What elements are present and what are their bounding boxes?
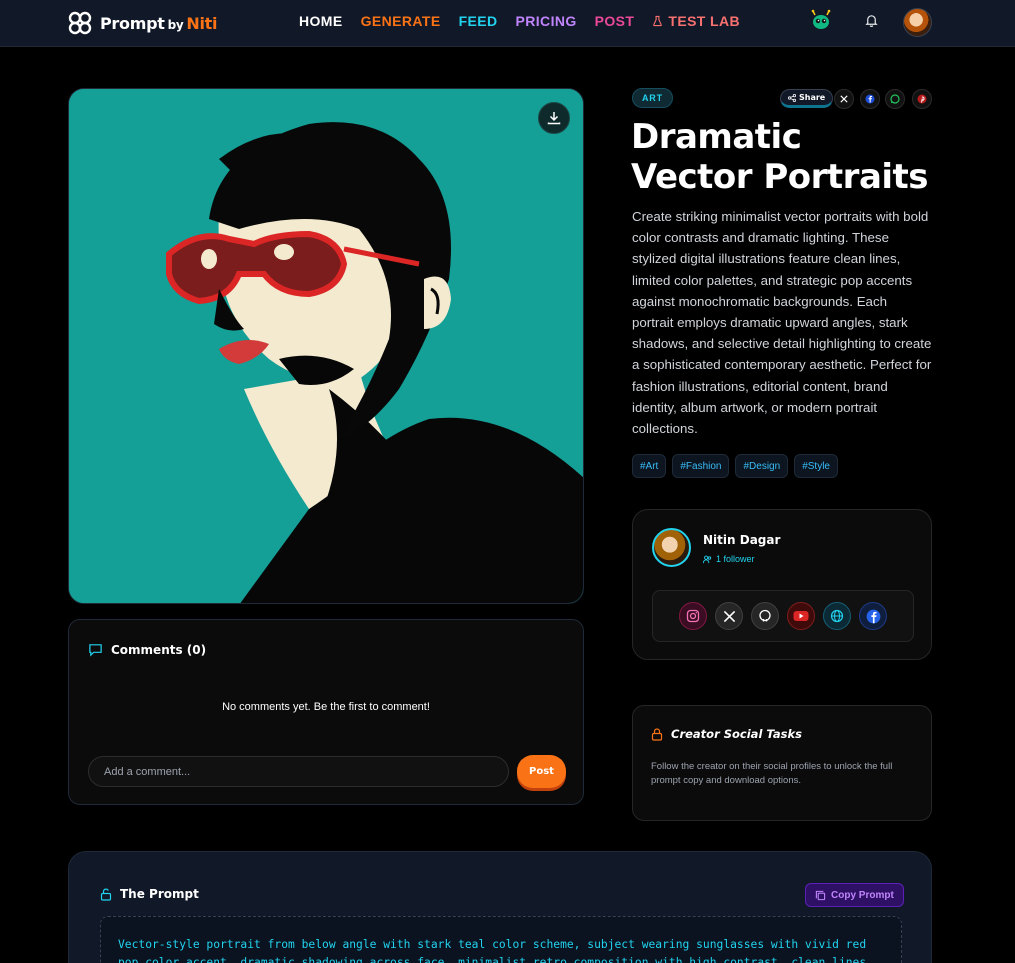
social-tasks-description: Follow the creator on their social profi…	[651, 761, 893, 786]
download-icon	[547, 112, 561, 125]
creator-avatar[interactable]	[652, 528, 691, 567]
user-avatar[interactable]	[903, 8, 932, 37]
creator-card: Nitin Dagar 1 follower	[632, 509, 932, 660]
comment-icon	[89, 644, 102, 657]
download-button[interactable]	[538, 102, 570, 134]
artwork-image	[68, 88, 584, 604]
copy-prompt-label: Copy Prompt	[831, 889, 894, 901]
comments-header: Comments (0)	[88, 642, 206, 657]
logo-text: Prompt by Niti	[100, 13, 218, 33]
empty-comments-text: No comments yet. Be the first to comment…	[222, 701, 430, 713]
youtube-link[interactable]	[787, 602, 815, 630]
prompt-text: Vector-style portrait from below angle w…	[100, 916, 902, 963]
globe-icon	[830, 609, 844, 623]
social-tasks-title: Creator Social Tasks	[671, 727, 802, 741]
tag-art[interactable]: #Art	[632, 454, 667, 478]
mascot-icon[interactable]	[809, 8, 833, 32]
share-pinterest-button[interactable]	[912, 89, 932, 109]
nav-test-lab[interactable]: TEST LAB	[652, 13, 740, 29]
share-facebook-button[interactable]	[860, 89, 880, 109]
nav-generate[interactable]: GENERATE	[361, 13, 441, 29]
facebook-link[interactable]	[859, 602, 887, 630]
share-label: Share	[799, 93, 826, 102]
social-tasks-header: Creator Social Tasks	[651, 727, 802, 741]
pinterest-icon	[917, 94, 927, 104]
nav-pricing[interactable]: PRICING	[516, 13, 577, 29]
x-link[interactable]	[715, 602, 743, 630]
nav-feed[interactable]: FEED	[459, 13, 498, 29]
tag-design[interactable]: #Design	[735, 454, 789, 478]
post-title: Dramatic Vector Portraits	[631, 117, 929, 197]
tag-style[interactable]: #Style	[794, 454, 838, 478]
bell-icon[interactable]	[859, 8, 883, 32]
prompt-header: The Prompt	[100, 887, 199, 901]
logo-icon	[68, 11, 92, 35]
x-icon	[723, 610, 735, 622]
facebook-icon	[865, 94, 875, 104]
logo[interactable]: Prompt by Niti	[68, 11, 218, 35]
github-link[interactable]	[751, 602, 779, 630]
copy-icon	[815, 890, 826, 900]
copy-prompt-button[interactable]: Copy Prompt	[805, 883, 904, 907]
users-icon	[703, 555, 712, 563]
comments-title: Comments (0)	[111, 642, 207, 657]
nav-post[interactable]: POST	[595, 13, 635, 29]
website-link[interactable]	[823, 602, 851, 630]
category-badge[interactable]: ART	[632, 88, 673, 108]
whatsapp-icon	[890, 94, 900, 104]
creator-name[interactable]: Nitin Dagar	[703, 533, 780, 547]
share-icon	[788, 93, 796, 102]
comments-panel: Comments (0) No comments yet. Be the fir…	[68, 619, 584, 805]
share-x-button[interactable]	[834, 89, 854, 109]
portrait-illustration	[69, 89, 583, 603]
x-icon	[840, 95, 848, 103]
post-description: Create striking minimalist vector portra…	[632, 209, 932, 437]
creator-socials	[652, 590, 914, 642]
tag-fashion[interactable]: #Fashion	[672, 454, 730, 478]
nav-test-lab-label: TEST LAB	[668, 13, 741, 29]
facebook-icon	[866, 609, 880, 623]
prompt-title: The Prompt	[120, 887, 199, 901]
share-button[interactable]: Share	[780, 89, 834, 108]
instagram-icon	[686, 609, 700, 623]
post-comment-button[interactable]: Post	[517, 755, 566, 788]
unlock-icon	[100, 888, 112, 901]
follower-text: 1 follower	[716, 554, 755, 564]
youtube-icon	[793, 611, 809, 621]
lock-icon	[651, 727, 663, 741]
share-whatsapp-button[interactable]	[885, 89, 905, 109]
nav-links: HOME GENERATE FEED PRICING POST TEST LAB	[299, 13, 758, 29]
prompt-panel: The Prompt Copy Prompt Vector-style port…	[68, 851, 932, 963]
follower-count: 1 follower	[703, 554, 755, 564]
top-navbar: Prompt by Niti HOME GENERATE FEED PRICING …	[0, 0, 1015, 47]
instagram-link[interactable]	[679, 602, 707, 630]
flask-icon	[653, 15, 663, 27]
github-icon	[759, 609, 771, 622]
tag-list: #Art #Fashion #Design #Style	[632, 454, 838, 478]
social-tasks-panel: Creator Social Tasks Follow the creator …	[632, 705, 932, 821]
nav-home[interactable]: HOME	[299, 13, 343, 29]
comment-input[interactable]	[88, 756, 509, 787]
